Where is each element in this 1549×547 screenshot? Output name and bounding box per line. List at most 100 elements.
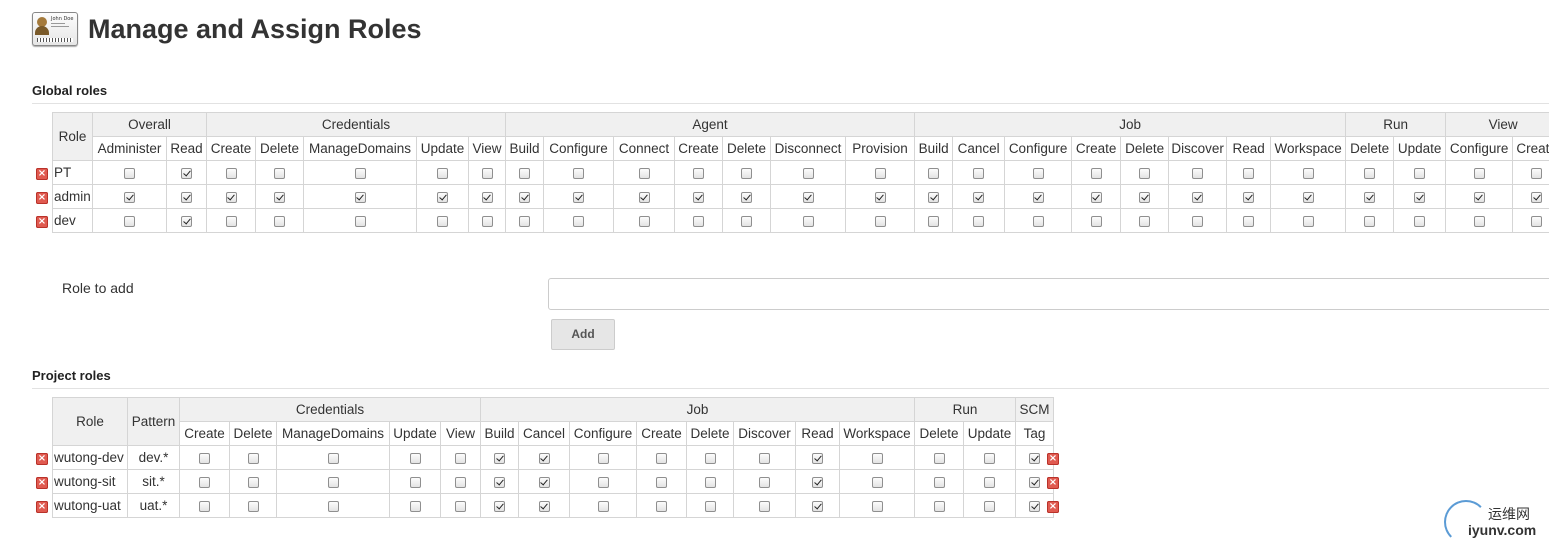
checkbox-icon[interactable] xyxy=(597,500,609,512)
checkbox-icon[interactable] xyxy=(1473,167,1485,179)
checkbox-icon[interactable] xyxy=(1032,215,1044,227)
checkbox-icon[interactable] xyxy=(354,215,366,227)
checkbox-icon[interactable] xyxy=(812,476,823,488)
checkbox-icon[interactable] xyxy=(812,452,823,464)
checkbox-icon[interactable] xyxy=(455,476,466,488)
checkbox-icon[interactable] xyxy=(933,476,945,488)
delete-x-icon[interactable]: × xyxy=(1047,453,1059,465)
checkbox-icon[interactable] xyxy=(481,191,493,203)
checkbox-icon[interactable] xyxy=(247,452,259,464)
checkbox-icon[interactable] xyxy=(538,452,550,464)
checkbox-icon[interactable] xyxy=(199,476,210,488)
checkbox-icon[interactable] xyxy=(247,500,259,512)
checkbox-icon[interactable] xyxy=(693,191,705,203)
checkbox-icon[interactable] xyxy=(225,215,237,227)
checkbox-icon[interactable] xyxy=(802,167,814,179)
delete-x-icon[interactable]: × xyxy=(36,216,48,228)
checkbox-icon[interactable] xyxy=(933,452,945,464)
checkbox-icon[interactable] xyxy=(928,191,940,203)
checkbox-icon[interactable] xyxy=(225,167,237,179)
checkbox-icon[interactable] xyxy=(481,215,493,227)
checkbox-icon[interactable] xyxy=(874,215,886,227)
checkbox-icon[interactable] xyxy=(327,476,339,488)
checkbox-icon[interactable] xyxy=(1090,167,1102,179)
checkbox-icon[interactable] xyxy=(124,215,135,227)
checkbox-icon[interactable] xyxy=(656,476,667,488)
delete-x-icon[interactable]: × xyxy=(1047,477,1059,489)
checkbox-icon[interactable] xyxy=(519,191,531,203)
checkbox-icon[interactable] xyxy=(984,476,996,488)
checkbox-icon[interactable] xyxy=(759,500,770,512)
checkbox-icon[interactable] xyxy=(199,452,210,464)
checkbox-icon[interactable] xyxy=(124,191,135,203)
checkbox-icon[interactable] xyxy=(1139,191,1151,203)
checkbox-icon[interactable] xyxy=(124,167,135,179)
checkbox-icon[interactable] xyxy=(812,500,823,512)
checkbox-icon[interactable] xyxy=(704,500,716,512)
checkbox-icon[interactable] xyxy=(871,452,883,464)
checkbox-icon[interactable] xyxy=(1473,191,1485,203)
checkbox-icon[interactable] xyxy=(247,476,259,488)
role-to-add-input[interactable] xyxy=(548,278,1549,310)
checkbox-icon[interactable] xyxy=(481,167,493,179)
checkbox-icon[interactable] xyxy=(1029,452,1041,464)
checkbox-icon[interactable] xyxy=(1531,215,1543,227)
checkbox-icon[interactable] xyxy=(354,167,366,179)
checkbox-icon[interactable] xyxy=(437,215,449,227)
checkbox-icon[interactable] xyxy=(181,215,192,227)
checkbox-icon[interactable] xyxy=(409,500,421,512)
checkbox-icon[interactable] xyxy=(1029,476,1041,488)
checkbox-icon[interactable] xyxy=(704,476,716,488)
checkbox-icon[interactable] xyxy=(274,191,286,203)
checkbox-icon[interactable] xyxy=(597,452,609,464)
checkbox-icon[interactable] xyxy=(1139,215,1151,227)
checkbox-icon[interactable] xyxy=(933,500,945,512)
delete-x-icon[interactable]: × xyxy=(36,477,48,489)
checkbox-icon[interactable] xyxy=(759,476,770,488)
checkbox-icon[interactable] xyxy=(1090,215,1102,227)
checkbox-icon[interactable] xyxy=(1029,500,1041,512)
checkbox-icon[interactable] xyxy=(741,215,753,227)
checkbox-icon[interactable] xyxy=(984,452,996,464)
checkbox-icon[interactable] xyxy=(874,191,886,203)
checkbox-icon[interactable] xyxy=(1090,191,1102,203)
checkbox-icon[interactable] xyxy=(199,500,210,512)
add-button[interactable]: Add xyxy=(551,319,615,350)
checkbox-icon[interactable] xyxy=(519,215,531,227)
checkbox-icon[interactable] xyxy=(409,452,421,464)
checkbox-icon[interactable] xyxy=(538,476,550,488)
checkbox-icon[interactable] xyxy=(274,167,286,179)
checkbox-icon[interactable] xyxy=(638,215,650,227)
checkbox-icon[interactable] xyxy=(538,500,550,512)
checkbox-icon[interactable] xyxy=(693,215,705,227)
checkbox-icon[interactable] xyxy=(741,191,753,203)
checkbox-icon[interactable] xyxy=(573,167,585,179)
checkbox-icon[interactable] xyxy=(1414,215,1426,227)
checkbox-icon[interactable] xyxy=(1414,191,1426,203)
checkbox-icon[interactable] xyxy=(874,167,886,179)
checkbox-icon[interactable] xyxy=(327,500,339,512)
checkbox-icon[interactable] xyxy=(1139,167,1151,179)
checkbox-icon[interactable] xyxy=(455,500,466,512)
checkbox-icon[interactable] xyxy=(973,215,985,227)
checkbox-icon[interactable] xyxy=(802,191,814,203)
checkbox-icon[interactable] xyxy=(1302,191,1314,203)
checkbox-icon[interactable] xyxy=(519,167,531,179)
checkbox-icon[interactable] xyxy=(494,500,505,512)
checkbox-icon[interactable] xyxy=(704,452,716,464)
checkbox-icon[interactable] xyxy=(759,452,770,464)
checkbox-icon[interactable] xyxy=(181,167,192,179)
checkbox-icon[interactable] xyxy=(638,191,650,203)
checkbox-icon[interactable] xyxy=(354,191,366,203)
checkbox-icon[interactable] xyxy=(693,167,705,179)
checkbox-icon[interactable] xyxy=(597,476,609,488)
checkbox-icon[interactable] xyxy=(1243,215,1255,227)
checkbox-icon[interactable] xyxy=(494,476,505,488)
checkbox-icon[interactable] xyxy=(1192,167,1204,179)
checkbox-icon[interactable] xyxy=(1302,215,1314,227)
checkbox-icon[interactable] xyxy=(455,452,466,464)
checkbox-icon[interactable] xyxy=(1364,167,1376,179)
checkbox-icon[interactable] xyxy=(1302,167,1314,179)
checkbox-icon[interactable] xyxy=(638,167,650,179)
checkbox-icon[interactable] xyxy=(1473,215,1485,227)
